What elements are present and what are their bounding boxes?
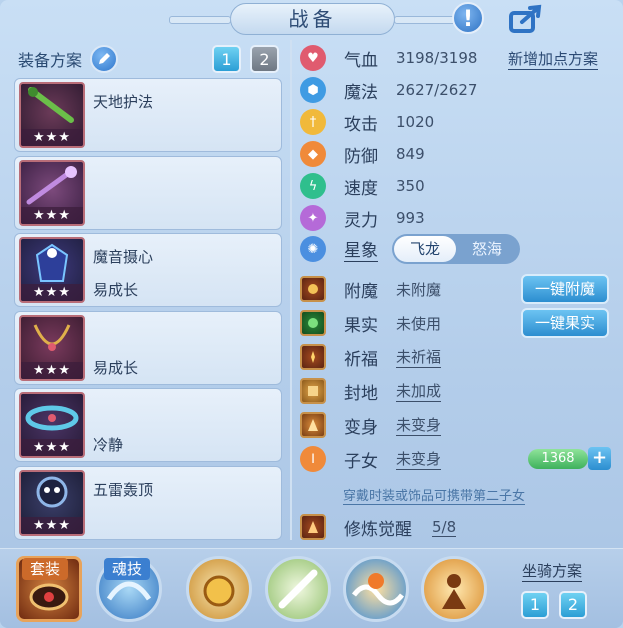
mount-plan-label[interactable]: 坐骑方案 (522, 560, 583, 582)
slot-name: 五雷轰顶 (93, 480, 154, 499)
equipment-plan-header: 装备方案 (18, 44, 119, 74)
lightning-icon: ϟ (300, 173, 326, 199)
equipment-slot-6[interactable]: ★★★ 五雷轰顶 (14, 465, 282, 540)
boots-icon: ★★★ (19, 469, 85, 536)
skill-slot-2[interactable] (265, 556, 331, 622)
option-nuhai[interactable]: 怒海 (456, 236, 518, 262)
page-title: 战备 (169, 3, 456, 35)
stat-row-qixue: ♥ 气血 3198/3198 新增加点方案 (300, 42, 620, 74)
skill-slot-4[interactable] (421, 556, 487, 622)
constellation-label[interactable]: 星象 (344, 236, 378, 262)
extras-list: 附魔 未附魔 一键附魔 果实 未使用 一键果实 祈福 未祈福 封地 未加成 变身… (300, 272, 620, 476)
child-icon: ⵏ (300, 446, 326, 472)
wave-icon (352, 573, 404, 606)
equipment-slot-1[interactable]: ★★★ 天地护法 (14, 78, 282, 152)
stat-row-lingli: ✦ 灵力 993 (300, 202, 620, 234)
equipment-slot-2[interactable]: ★★★ (14, 155, 282, 230)
share-icon[interactable] (508, 4, 544, 34)
header: 战备 ! (0, 0, 623, 40)
slot-name: 魔音摄心 (93, 248, 154, 266)
plan-button-1[interactable]: 1 (212, 45, 241, 73)
weapon-icon: ★★★ (19, 82, 85, 148)
slot-name: 天地护法 (93, 93, 154, 111)
mount-plan-button-2[interactable]: 2 (559, 591, 587, 619)
equipment-slot-4[interactable]: ★★★ 易成长 (14, 310, 282, 385)
slot-subtitle: 易成长 (93, 281, 139, 299)
heart-icon: ♥ (300, 45, 326, 71)
slot-subtitle: 易成长 (93, 358, 139, 377)
one-click-enchant-button[interactable]: 一键附魔 (521, 274, 609, 304)
stat-row-sudu: ϟ 速度 350 (300, 170, 620, 202)
child-count-badge: 1368 (528, 449, 588, 469)
extra-row-bianshen: 变身 未变身 (300, 408, 620, 442)
skill-slot-3[interactable] (343, 556, 409, 622)
extra-row-zinv: ⵏ 子女 未变身 1368 + (300, 442, 620, 476)
help-icon[interactable]: ! (452, 2, 484, 34)
equipment-slots: ★★★ 天地护法 ★★★ ★★★ 魔音摄心 易成长 ★★★ 易成长 ★★★ 冷静… (14, 78, 282, 543)
extra-row-fumo: 附魔 未附魔 一键附魔 (300, 272, 620, 306)
equipment-slot-3[interactable]: ★★★ 魔音摄心 易成长 (14, 233, 282, 307)
equipment-slot-5[interactable]: ★★★ 冷静 (14, 388, 282, 462)
cultivation-row: 修炼觉醒 5/8 (300, 510, 600, 544)
staff-icon: ★★★ (19, 159, 85, 226)
blade-icon (278, 569, 318, 609)
transform-icon (300, 412, 326, 438)
equipment-plan-label: 装备方案 (18, 51, 83, 70)
one-click-fruit-button[interactable]: 一键果实 (521, 308, 609, 338)
shield-icon: ◆ (300, 141, 326, 167)
blessing-icon (300, 344, 326, 370)
option-feilong[interactable]: 飞龙 (394, 236, 456, 262)
constellation-row: ✺ 星象 飞龙 怒海 (300, 232, 620, 266)
slot-subtitle: 冷静 (93, 436, 124, 454)
hexagon-icon: ⬢ (300, 77, 326, 103)
soul-skill-tag: 魂技 (104, 558, 151, 580)
fruit-icon (300, 310, 326, 336)
fist-icon (203, 575, 235, 607)
skill-slot-1[interactable] (186, 556, 252, 622)
stat-row-fangyu: ◆ 防御 849 (300, 138, 620, 170)
equipment-screen: 战备 ! 装备方案 1 2 ★★★ 天地护法 ★★★ ★★★ 魔音摄心 易成长 … (0, 0, 623, 628)
spirit-icon: ✦ (300, 205, 326, 231)
sword-icon: † (300, 109, 326, 135)
extra-row-guoshi: 果实 未使用 一键果实 (300, 306, 620, 340)
panel-divider (290, 40, 292, 540)
necklace-icon: ★★★ (19, 314, 85, 381)
add-child-button[interactable]: + (588, 447, 611, 470)
cultivation-value[interactable]: 5/8 (432, 518, 457, 537)
territory-icon (300, 378, 326, 404)
mount-plan-button-1[interactable]: 1 (521, 591, 549, 619)
star-icon: ✺ (300, 236, 326, 262)
second-child-hint[interactable]: 穿戴时装或饰品可携带第二子女 (343, 485, 526, 505)
cultivation-icon (300, 514, 326, 540)
edit-icon[interactable] (90, 45, 119, 73)
plan-button-2[interactable]: 2 (250, 45, 279, 73)
enchant-icon (300, 276, 326, 302)
add-stat-plan-link[interactable]: 新增加点方案 (508, 48, 599, 70)
stat-row-mofa: ⬢ 魔法 2627/2627 (300, 74, 620, 106)
belt-icon: ★★★ (19, 392, 85, 458)
stat-row-gongji: † 攻击 1020 (300, 106, 620, 138)
warrior-icon (442, 574, 466, 609)
extra-row-fengdi: 封地 未加成 (300, 374, 620, 408)
armor-icon: ★★★ (19, 237, 85, 303)
attribute-stats: ♥ 气血 3198/3198 新增加点方案 ⬢ 魔法 2627/2627 † 攻… (300, 42, 620, 234)
outfit-tag: 套装 (22, 558, 69, 580)
constellation-toggle[interactable]: 飞龙 怒海 (392, 234, 520, 264)
extra-row-qifu: 祈福 未祈福 (300, 340, 620, 374)
